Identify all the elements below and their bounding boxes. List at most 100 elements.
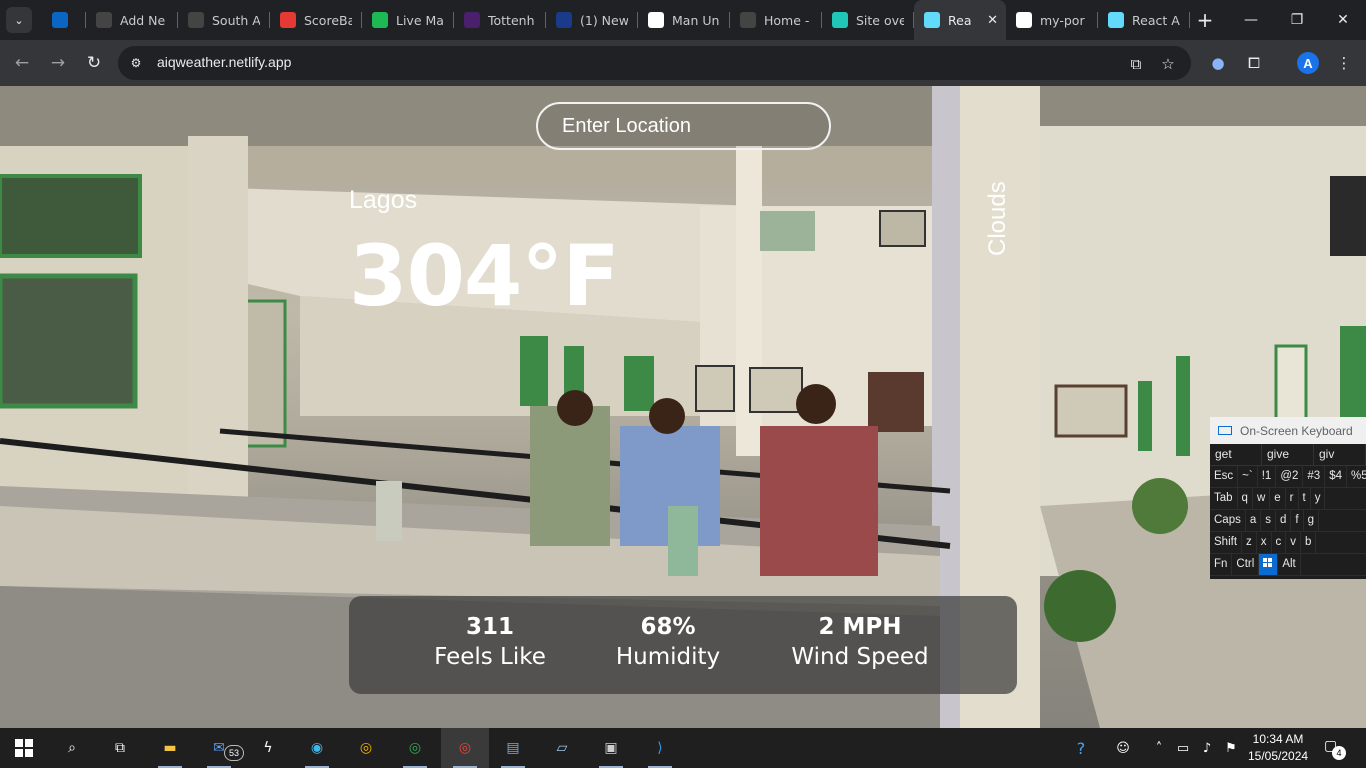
- bolt-app-icon[interactable]: ϟ: [256, 736, 280, 760]
- osk-key[interactable]: Tab: [1210, 488, 1238, 509]
- linkedin-icon: [52, 12, 68, 28]
- maximize-button[interactable]: ❐: [1274, 0, 1320, 40]
- help-icon[interactable]: ?: [1072, 739, 1090, 758]
- profile-avatar[interactable]: A: [1297, 52, 1319, 74]
- osk-key[interactable]: f: [1291, 510, 1304, 531]
- osk-key[interactable]: y: [1311, 488, 1326, 509]
- feels-like-label: Feels Like: [434, 644, 546, 670]
- extension-alien-icon[interactable]: ●: [1207, 52, 1229, 74]
- osk-key[interactable]: @2: [1276, 466, 1304, 487]
- url-text[interactable]: aiqweather.netlify.app: [157, 54, 291, 70]
- osk-key[interactable]: Ctrl: [1232, 554, 1260, 575]
- osk-key[interactable]: w: [1253, 488, 1271, 509]
- react-icon: [1108, 12, 1124, 28]
- vscode-icon[interactable]: ⟩: [648, 736, 672, 768]
- people-icon[interactable]: ☺: [1114, 739, 1132, 757]
- browser-tab[interactable]: [42, 0, 86, 40]
- mail-badge: 53: [224, 745, 244, 761]
- osk-key[interactable]: Alt: [1278, 554, 1301, 575]
- wind-speed-stat: 2 MPH Wind Speed: [781, 614, 939, 670]
- browser-tab[interactable]: Tottenh: [454, 0, 546, 40]
- osk-key[interactable]: ~`: [1238, 466, 1258, 487]
- osk-key[interactable]: e: [1270, 488, 1286, 509]
- osk-key[interactable]: d: [1276, 510, 1292, 531]
- notepad-icon[interactable]: ▱: [550, 736, 574, 760]
- osk-suggestion[interactable]: get: [1210, 444, 1262, 465]
- osk-key[interactable]: !1: [1258, 466, 1277, 487]
- browser-tab[interactable]: Live Ma: [362, 0, 454, 40]
- chrome-active-icon[interactable]: ◎: [453, 736, 477, 768]
- clock[interactable]: 10:34 AM 15/05/2024: [1248, 731, 1308, 765]
- task-view-icon[interactable]: ⧉: [108, 736, 132, 760]
- browser-tab[interactable]: my-por: [1006, 0, 1098, 40]
- browser-tab[interactable]: Add Ne: [86, 0, 178, 40]
- osk-key[interactable]: t: [1299, 488, 1311, 509]
- browser-tab[interactable]: Rea ✕: [914, 0, 1006, 40]
- osk-key[interactable]: s: [1261, 510, 1277, 531]
- location-search[interactable]: [536, 102, 831, 150]
- osk-key[interactable]: Shift: [1210, 532, 1243, 553]
- site-icon: [740, 12, 756, 28]
- browser-tab[interactable]: South A: [178, 0, 270, 40]
- menu-kebab-icon[interactable]: ⋮: [1333, 52, 1355, 74]
- bookmark-star-icon[interactable]: ☆: [1158, 54, 1178, 74]
- osk-key[interactable]: a: [1246, 510, 1262, 531]
- tab-label: Site ove: [856, 12, 904, 28]
- terminal-icon[interactable]: ▣: [599, 736, 623, 768]
- browser-tab[interactable]: ScoreBa: [270, 0, 362, 40]
- window-controls: — ❐ ✕: [1228, 0, 1366, 40]
- osk-key[interactable]: b: [1301, 532, 1317, 553]
- osk-key[interactable]: c: [1272, 532, 1287, 553]
- battery-icon[interactable]: ▭: [1174, 739, 1192, 757]
- edge-icon[interactable]: ◉: [305, 736, 329, 768]
- chevron-up-icon[interactable]: ˄: [1150, 739, 1168, 757]
- osk-key[interactable]: Esc: [1210, 466, 1239, 487]
- network-icon[interactable]: ⚑: [1222, 739, 1240, 757]
- browser-tab[interactable]: Site ove: [822, 0, 914, 40]
- osk-suggestion[interactable]: giv: [1314, 444, 1366, 465]
- back-button[interactable]: ←: [10, 51, 34, 75]
- close-window-button[interactable]: ✕: [1320, 0, 1366, 40]
- osk-key[interactable]: g: [1304, 510, 1320, 531]
- volume-icon[interactable]: ♪: [1198, 739, 1216, 757]
- close-tab-icon[interactable]: ✕: [987, 13, 998, 28]
- start-windows-icon[interactable]: [12, 736, 36, 760]
- file-explorer-icon[interactable]: ▬: [158, 736, 182, 768]
- forward-button[interactable]: →: [46, 51, 70, 75]
- chrome-profile-icon[interactable]: ◎: [403, 736, 427, 768]
- osk-key[interactable]: $4: [1325, 466, 1347, 487]
- browser-tab[interactable]: Man Un: [638, 0, 730, 40]
- location-input[interactable]: [538, 104, 829, 148]
- osk-titlebar[interactable]: On-Screen Keyboard: [1210, 417, 1366, 444]
- chrome-icon[interactable]: ◎: [354, 736, 378, 760]
- browser-tab[interactable]: React A: [1098, 0, 1190, 40]
- install-app-icon[interactable]: ⧉: [1126, 54, 1146, 74]
- extensions-puzzle-icon[interactable]: ⧠: [1243, 52, 1265, 74]
- osk-key[interactable]: q: [1238, 488, 1253, 509]
- remote-desktop-icon[interactable]: ▤: [501, 736, 525, 768]
- osk-row: Fn Ctrl Alt: [1210, 554, 1366, 576]
- minimize-button[interactable]: —: [1228, 0, 1274, 40]
- notification-center-icon[interactable]: ▢ 4: [1324, 738, 1346, 760]
- browser-tab[interactable]: Home -: [730, 0, 822, 40]
- reload-button[interactable]: ↻: [82, 51, 106, 75]
- tottenham-icon: [464, 12, 480, 28]
- site-info-icon[interactable]: ⚙: [128, 55, 144, 71]
- osk-key[interactable]: Fn: [1210, 554, 1233, 575]
- osk-key[interactable]: #3: [1303, 466, 1326, 487]
- osk-suggestion[interactable]: give: [1262, 444, 1314, 465]
- osk-key[interactable]: z: [1242, 532, 1257, 553]
- osk-key[interactable]: r: [1286, 488, 1299, 509]
- tab-search-button[interactable]: ⌄: [6, 7, 32, 33]
- osk-key[interactable]: v: [1286, 532, 1302, 553]
- osk-key[interactable]: %5: [1347, 466, 1366, 487]
- search-icon[interactable]: ⌕: [60, 736, 84, 760]
- address-bar[interactable]: ⚙ aiqweather.netlify.app ⧉ ☆: [118, 46, 1191, 80]
- new-tab-button[interactable]: +: [1190, 0, 1220, 40]
- osk-windows-key-icon[interactable]: [1259, 554, 1279, 575]
- scorebat-icon: [280, 12, 296, 28]
- weather-stats-panel: 311 Feels Like 68% Humidity 2 MPH Wind S…: [349, 596, 1017, 694]
- osk-key[interactable]: Caps: [1210, 510, 1246, 531]
- osk-key[interactable]: x: [1257, 532, 1272, 553]
- browser-tab[interactable]: (1) New: [546, 0, 638, 40]
